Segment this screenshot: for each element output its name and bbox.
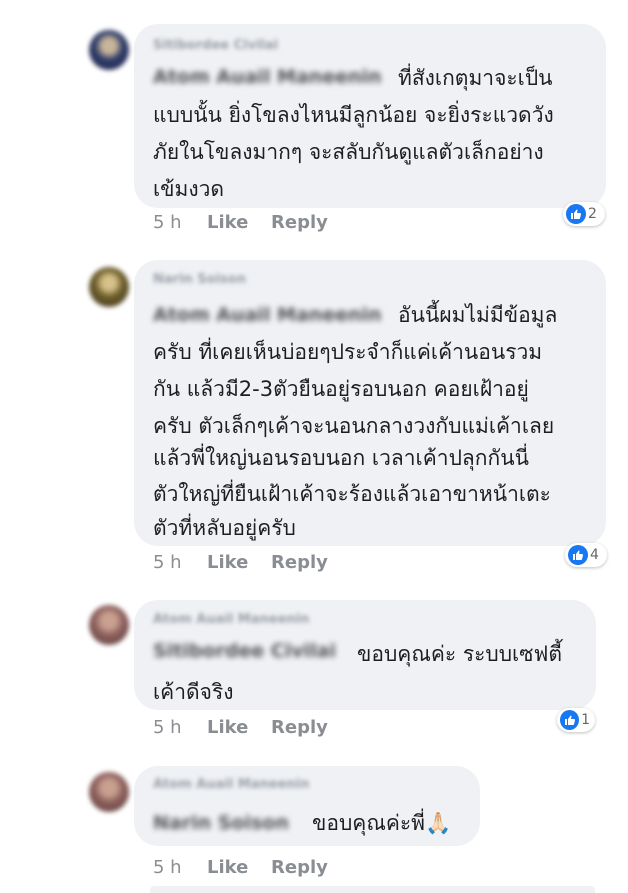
like-button[interactable]: Like — [207, 552, 248, 573]
timestamp[interactable]: 5 h — [153, 212, 182, 233]
comment-line: กัน แล้วมี2-3ตัวยืนอยู่รอบนอก คอยเฝ้าอยู… — [153, 377, 529, 401]
comment-line: ตัวที่หลับอยู่ครับ — [153, 516, 296, 540]
comment-line: ขอบคุณค่ะ ระบบเซฟตี้ — [357, 642, 562, 666]
comment-line: แบบนั้น ยิ่งโขลงไหนมีลูกน้อย จะยิ่งระแวด… — [153, 103, 554, 127]
like-reaction-icon — [568, 545, 588, 565]
reaction-badge[interactable]: 1 — [557, 708, 595, 732]
comment-author[interactable]: Atom Auail Maneenin — [153, 777, 309, 792]
comment-author[interactable]: Atom Auail Maneenin — [153, 612, 309, 627]
reply-button[interactable]: Reply — [271, 212, 328, 233]
reaction-count: 2 — [588, 206, 597, 222]
comment-author[interactable]: Narin Soison — [153, 272, 246, 287]
comment-line: ขอบคุณค่ะพี่🙏🏻 — [312, 811, 452, 835]
comment-line: ที่สังเกตุมาจะเป็น — [398, 66, 553, 90]
reaction-count: 4 — [590, 547, 599, 563]
avatar[interactable] — [89, 772, 129, 812]
avatar[interactable] — [89, 30, 129, 70]
timestamp[interactable]: 5 h — [153, 552, 182, 573]
timestamp[interactable]: 5 h — [153, 717, 182, 738]
comment-line: แล้วพี่ใหญ่นอนรอบนอก เวลาเค้าปลุกกันนี่ — [153, 446, 529, 470]
reaction-badge[interactable]: 2 — [563, 202, 605, 226]
like-button[interactable]: Like — [207, 857, 248, 878]
avatar[interactable] — [89, 605, 129, 645]
comment-line: เข้มงวด — [153, 177, 225, 201]
like-reaction-icon — [566, 204, 586, 224]
mention-tag[interactable]: Narin Soison — [153, 812, 289, 834]
comment-line: ภัยในโขลงมากๆ จะสลับกันดูแลตัวเล็กอย่าง — [153, 140, 544, 164]
like-reaction-icon — [560, 710, 580, 730]
timestamp[interactable]: 5 h — [153, 857, 182, 878]
reaction-count: 1 — [581, 712, 590, 728]
reply-button[interactable]: Reply — [271, 857, 328, 878]
comment-line: ตัวใหญ่ที่ยืนเฝ้าเค้าจะร้องแล้วเอาขาหน้า… — [153, 482, 551, 506]
mention-tag[interactable]: Sitibordee Civilai — [153, 640, 336, 662]
like-button[interactable]: Like — [207, 717, 248, 738]
reply-button[interactable]: Reply — [271, 552, 328, 573]
next-comment-bubble-edge — [150, 886, 595, 893]
mention-tag[interactable]: Atom Auail Maneenin — [153, 66, 382, 88]
comment-line: ครับ ที่เคยเห็นบ่อยๆประจำก็แค่เค้านอนรวม — [153, 340, 543, 364]
avatar[interactable] — [89, 267, 129, 307]
reaction-badge[interactable]: 4 — [565, 543, 607, 567]
comment-line: เค้าดีจริง — [153, 680, 234, 704]
mention-tag[interactable]: Atom Auail Maneenin — [153, 304, 382, 326]
reply-button[interactable]: Reply — [271, 717, 328, 738]
comment-author[interactable]: Sitibordee Civilai — [153, 38, 278, 53]
like-button[interactable]: Like — [207, 212, 248, 233]
comment-line: อันนี้ผมไม่มีข้อมูล — [398, 303, 558, 327]
